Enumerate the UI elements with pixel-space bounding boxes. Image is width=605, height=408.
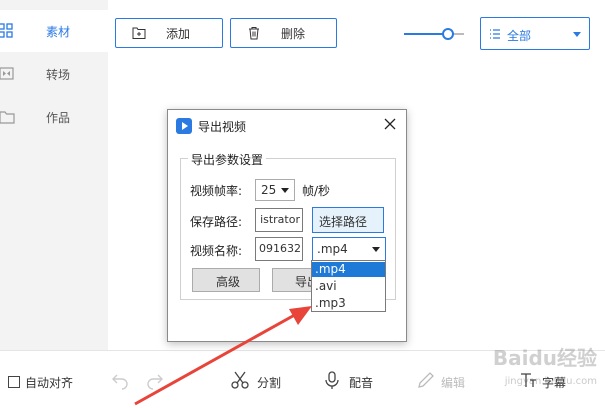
chevron-down-icon	[281, 188, 289, 193]
name-label: 视频名称:	[190, 244, 243, 258]
option-label: .mp3	[315, 296, 346, 310]
extension-select[interactable]: .mp4	[312, 237, 386, 261]
dialog-titlebar[interactable]: 导出视频	[168, 110, 406, 140]
sidebar-item-label: 转场	[46, 67, 71, 82]
dub-label: 配音	[349, 376, 374, 390]
watermark-line1: Baidu经验	[492, 346, 597, 370]
dialog-title: 导出视频	[198, 120, 247, 134]
chevron-down-icon	[573, 32, 581, 37]
auto-align-label: 自动对齐	[25, 376, 74, 390]
fps-label: 视频帧率:	[190, 184, 243, 198]
chevron-down-icon	[372, 247, 380, 252]
save-path-value: istrator	[260, 213, 300, 226]
extension-option-mp3[interactable]: .mp3	[312, 296, 385, 311]
fps-value: 25	[261, 183, 277, 197]
filter-select[interactable]: 全部	[480, 17, 590, 50]
sidebar-item-label: 素材	[46, 24, 71, 39]
sidebar-item-transitions[interactable]: 转场	[0, 53, 108, 95]
sidebar: 素材 转场 作品	[0, 0, 108, 350]
list-icon	[490, 29, 500, 39]
sidebar-item-works[interactable]: 作品	[0, 96, 108, 138]
zoom-slider-handle[interactable]	[442, 28, 454, 40]
app-play-icon	[176, 118, 192, 134]
extension-value: .mp4	[317, 242, 348, 256]
split-label: 分割	[257, 376, 282, 390]
fps-select[interactable]: 25	[255, 179, 295, 201]
add-button-label: 添加	[166, 26, 191, 41]
sidebar-item-label: 作品	[46, 110, 71, 125]
undo-icon[interactable]	[110, 370, 130, 390]
zoom-slider-rest[interactable]	[454, 33, 464, 35]
edit-label: 编辑	[441, 376, 466, 390]
video-name-value: 091632	[259, 242, 301, 255]
filter-value: 全部	[507, 29, 532, 43]
extension-option-mp4[interactable]: .mp4	[312, 262, 385, 277]
group-title: 导出参数设置	[188, 151, 267, 168]
extension-option-avi[interactable]: .avi	[312, 279, 385, 294]
close-icon[interactable]	[382, 116, 398, 132]
scissors-icon[interactable]	[230, 370, 250, 390]
advanced-label: 高级	[216, 275, 241, 289]
path-label: 保存路径:	[190, 215, 243, 229]
transition-icon	[0, 67, 14, 80]
watermark: Baidu经验 jingyan.baidu.com	[470, 342, 605, 402]
pencil-icon[interactable]	[416, 370, 436, 390]
trash-icon	[249, 27, 259, 40]
grid-icon	[0, 23, 13, 38]
video-name-input[interactable]: 091632	[255, 237, 303, 261]
advanced-button[interactable]: 高级	[192, 268, 260, 292]
delete-button[interactable]: 删除	[230, 18, 337, 48]
choose-path-button[interactable]: 选择路径	[312, 207, 384, 233]
choose-path-label: 选择路径	[319, 215, 368, 229]
folder-icon	[0, 111, 15, 124]
redo-icon[interactable]	[145, 370, 165, 390]
save-path-input[interactable]: istrator	[255, 208, 303, 232]
sidebar-item-materials[interactable]: 素材	[0, 10, 108, 52]
auto-align-checkbox[interactable]	[8, 376, 20, 388]
option-label: .avi	[315, 279, 337, 293]
add-folder-icon	[132, 27, 146, 39]
option-label: .mp4	[315, 262, 346, 276]
extension-dropdown-list: .mp4 .avi .mp3	[311, 260, 386, 312]
delete-button-label: 删除	[281, 26, 306, 41]
add-button[interactable]: 添加	[115, 18, 223, 48]
microphone-icon[interactable]	[322, 370, 342, 390]
watermark-line2: jingyan.baidu.com	[504, 376, 597, 387]
fps-unit: 帧/秒	[302, 184, 331, 198]
